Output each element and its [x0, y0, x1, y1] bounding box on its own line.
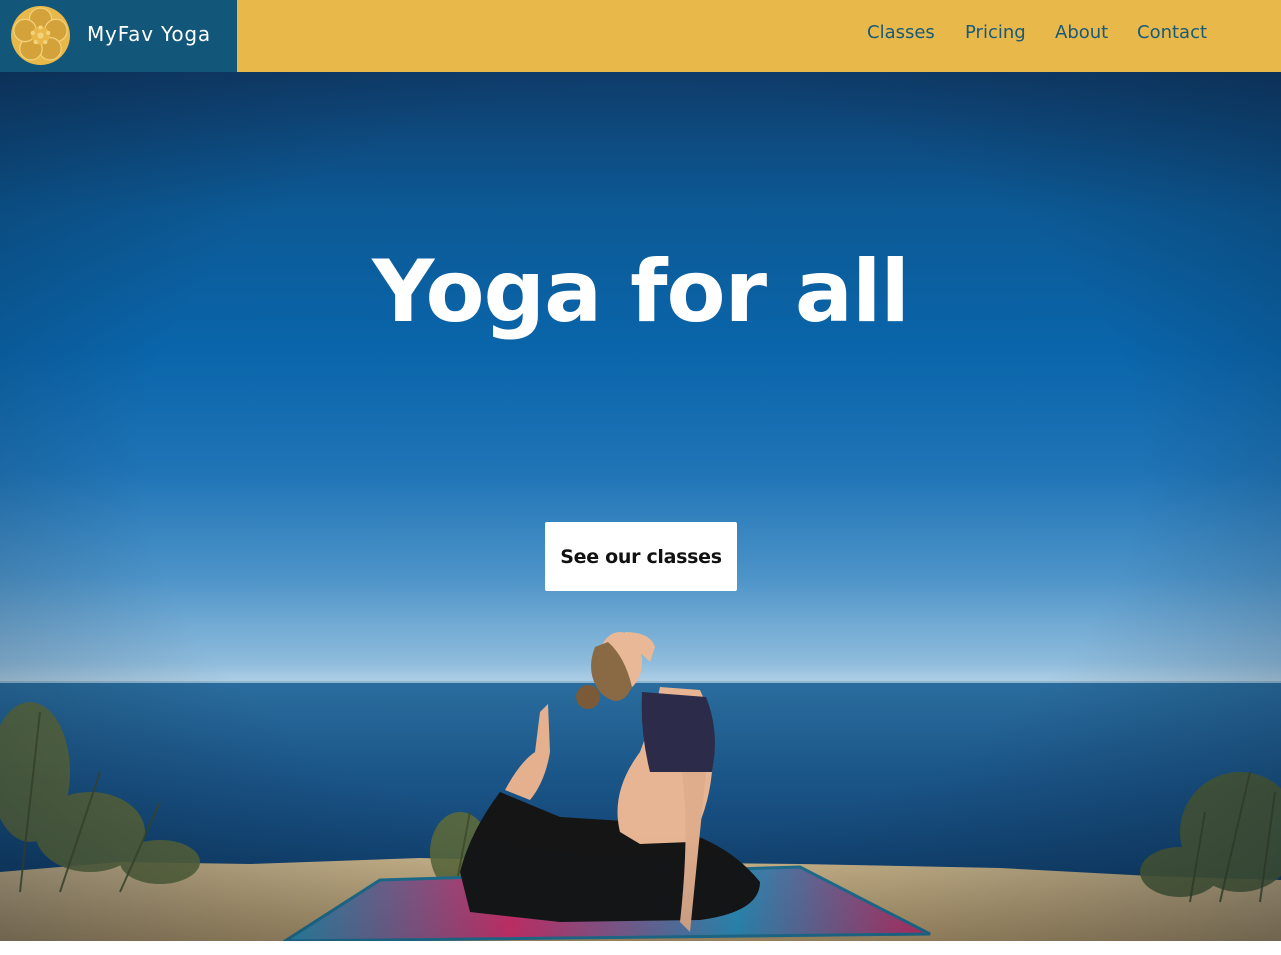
hero-section: Yoga for all See our classes [0, 72, 1281, 941]
hero-vignette [0, 72, 1281, 941]
hero-title: Yoga for all [372, 242, 910, 342]
nav-link-contact[interactable]: Contact [1137, 22, 1207, 43]
nav-link-about[interactable]: About [1055, 22, 1108, 43]
main-nav: Classes Pricing About Contact [0, 22, 1281, 50]
top-navbar: MyFav Yoga Classes Pricing About Contact [0, 0, 1281, 72]
see-our-classes-button[interactable]: See our classes [545, 522, 737, 591]
nav-link-classes[interactable]: Classes [867, 22, 935, 43]
nav-link-pricing[interactable]: Pricing [965, 22, 1026, 43]
